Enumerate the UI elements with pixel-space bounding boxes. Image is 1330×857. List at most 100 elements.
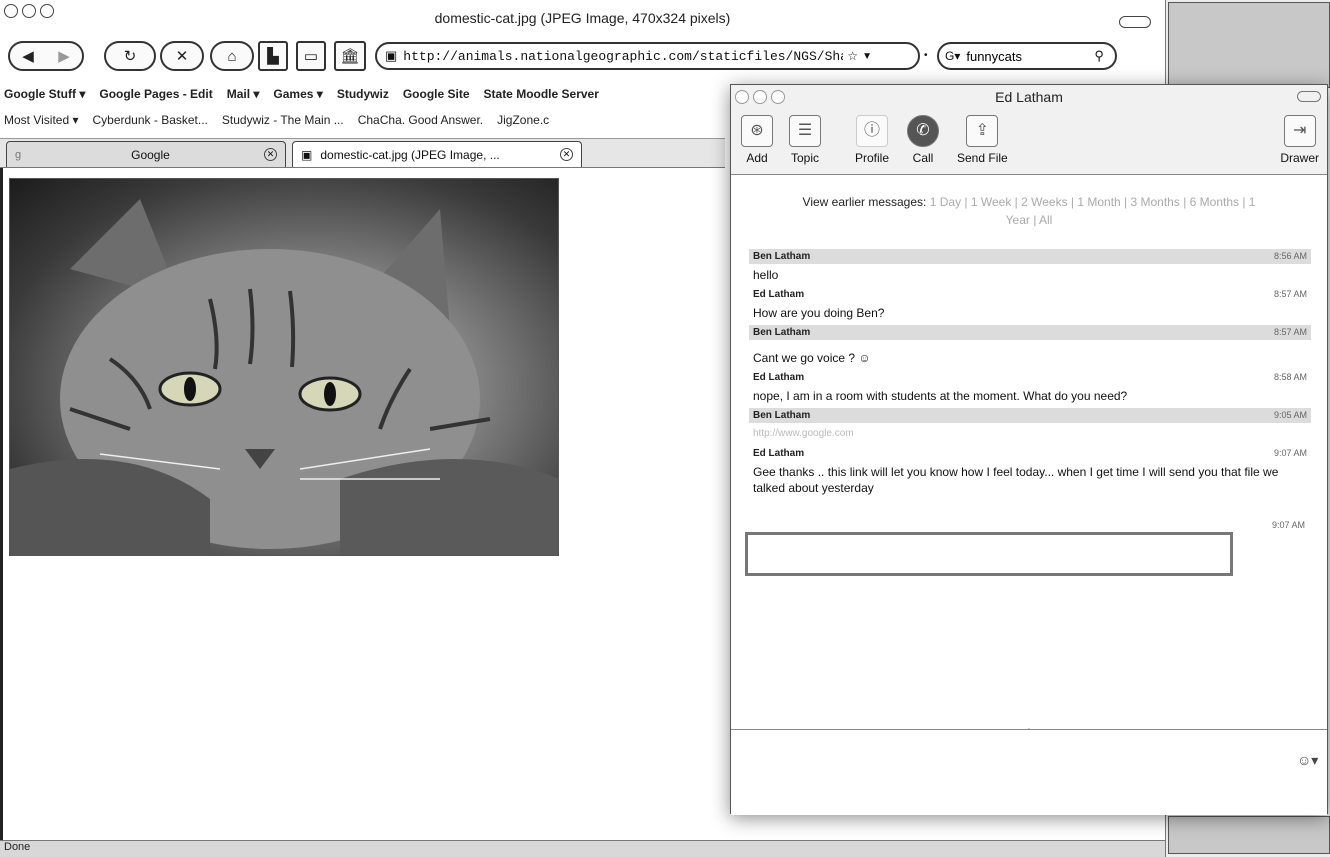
message-sender: Ed Latham xyxy=(753,372,805,383)
close-tab-icon[interactable]: ✕ xyxy=(264,148,277,161)
site-favicon-icon: ▣ xyxy=(385,48,398,63)
cat-illustration xyxy=(10,199,558,555)
message-item: Ben Latham 9:05 AM http://www.google.com xyxy=(731,408,1327,446)
profile-button[interactable]: ⓘ Profile xyxy=(855,115,889,165)
separator-dot-icon: • xyxy=(924,50,928,61)
bookmark-state-moodle[interactable]: State Moodle Server xyxy=(484,87,599,101)
message-text: Gee thanks .. this link will let you kno… xyxy=(753,465,1279,495)
message-sender: Ben Latham xyxy=(753,327,811,338)
profile-icon: ⓘ xyxy=(856,115,888,147)
topic-label: Topic xyxy=(790,151,819,165)
message-time: 9:05 AM xyxy=(1273,410,1307,420)
search-bar[interactable]: G▾ ⚲ xyxy=(937,42,1117,70)
topic-icon: ☰ xyxy=(789,115,821,147)
bank-icon: 🏛 xyxy=(340,48,360,65)
bookmark-jigzone[interactable]: JigZone.c xyxy=(497,113,549,127)
tab-label: Google xyxy=(131,147,170,162)
call-button[interactable]: ✆ Call xyxy=(907,115,939,165)
profile-label: Profile xyxy=(855,151,890,165)
chat-toolbar: ⊛ Add ☰ Topic ⓘ Profile ✆ Call ⇪ Send Fi… xyxy=(731,109,1327,175)
extension-button[interactable]: 🏛 xyxy=(334,41,366,71)
bookmark-studywiz[interactable]: Studywiz xyxy=(337,87,389,101)
send-file-button[interactable]: ⇪ Send File xyxy=(957,115,1008,165)
image-favicon-icon: ▣ xyxy=(301,147,313,162)
sidebar-icon: ▭ xyxy=(303,48,319,65)
search-engine-icon[interactable]: G▾ xyxy=(945,49,960,63)
earlier-messages-options[interactable]: 1 Day | 1 Week | 2 Weeks | 1 Month | 3 M… xyxy=(930,195,1256,227)
sidebar-button[interactable]: ▭ xyxy=(296,41,326,71)
bookmarks-toolbar: Google Stuff ▾ Google Pages - Edit Mail … xyxy=(0,82,725,106)
bookmark-icon: ▙ xyxy=(267,48,279,65)
url-input[interactable] xyxy=(403,48,844,64)
drawer-button[interactable]: ⇥ Drawer xyxy=(1280,115,1319,165)
status-bar: Done xyxy=(0,840,1165,857)
search-input[interactable] xyxy=(966,48,1077,64)
cat-image[interactable] xyxy=(9,178,559,556)
tab-label: domestic-cat.jpg (JPEG Image, ... xyxy=(320,147,500,162)
phone-icon: ✆ xyxy=(907,115,939,147)
tab-bar: g Google ✕ ▣ domestic-cat.jpg (JPEG Imag… xyxy=(0,138,725,168)
earlier-messages-label: View earlier messages: xyxy=(802,195,927,209)
reload-button[interactable]: ↻ xyxy=(104,41,156,71)
bookmark-google-stuff[interactable]: Google Stuff ▾ xyxy=(4,87,85,101)
message-item: Ed Latham 8:57 AM How are you doing Ben? xyxy=(731,287,1327,325)
search-icon[interactable]: ⚲ xyxy=(1094,48,1104,64)
tab-domestic-cat[interactable]: ▣ domestic-cat.jpg (JPEG Image, ... ✕ xyxy=(292,141,582,167)
bookmark-studywiz-main[interactable]: Studywiz - The Main ... xyxy=(222,113,344,127)
message-time: 8:56 AM xyxy=(1273,251,1307,261)
back-forward-buttons[interactable]: ◀ ▶ xyxy=(8,41,84,71)
google-favicon-icon: g xyxy=(15,148,22,161)
bookmark-mail[interactable]: Mail ▾ xyxy=(227,87,260,101)
navigation-toolbar: ◀ ▶ ↻ ✕ ⌂ ▙ ▭ 🏛 ▣ ☆ ▼ • G▾ ⚲ xyxy=(0,36,1165,80)
background-panel xyxy=(1168,2,1330,88)
drawer-icon: ⇥ xyxy=(1283,115,1316,147)
bookmark-chacha[interactable]: ChaCha. Good Answer. xyxy=(358,113,483,127)
message-item: Ben Latham 8:57 AM Cant we go voice ? ☺ xyxy=(731,325,1327,370)
bookmarks-toolbar-2: Most Visited ▾ Cyberdunk - Basket... Stu… xyxy=(0,108,725,132)
message-sender: Ed Latham xyxy=(753,448,805,459)
bookmark-google-site[interactable]: Google Site xyxy=(403,87,470,101)
chevron-down-icon[interactable]: ▼ xyxy=(862,51,872,62)
message-time: 8:58 AM xyxy=(1273,372,1307,382)
emoticon-icon[interactable]: ☺▾ xyxy=(1297,752,1319,768)
add-button[interactable]: ⊛ Add xyxy=(741,115,773,165)
earlier-messages-bar: View earlier messages: 1 Day | 1 Week | … xyxy=(731,177,1327,227)
forward-arrow-icon[interactable]: ▶ xyxy=(58,47,70,65)
message-time: 8:57 AM xyxy=(1273,327,1307,337)
toolbar-toggle-button[interactable] xyxy=(1297,91,1321,102)
bookmark-games[interactable]: Games ▾ xyxy=(273,87,322,101)
bookmark-most-visited[interactable]: Most Visited ▾ xyxy=(4,113,79,127)
reload-icon: ↻ xyxy=(123,48,137,65)
tab-google[interactable]: g Google ✕ xyxy=(6,141,286,167)
message-time: 9:07 AM xyxy=(1273,448,1307,458)
home-icon: ⌂ xyxy=(227,47,237,65)
bookmark-cyberdunk[interactable]: Cyberdunk - Basket... xyxy=(93,113,208,127)
message-link[interactable]: http://www.google.com xyxy=(753,423,1307,446)
back-arrow-icon[interactable]: ◀ xyxy=(22,47,34,65)
bookmark-google-pages[interactable]: Google Pages - Edit xyxy=(99,87,212,101)
message-input-area: ☺▾ xyxy=(731,729,1327,815)
star-icon[interactable]: ☆ xyxy=(847,49,858,63)
toolbar-toggle-button[interactable] xyxy=(1119,16,1151,28)
message-list: Ben Latham 8:56 AM hello Ed Latham 8:57 AM… xyxy=(731,249,1327,729)
bookmark-button[interactable]: ▙ xyxy=(258,41,288,71)
message-item: Ed Latham 9:07 AM Gee thanks .. this link… xyxy=(731,446,1327,500)
window-title: domestic-cat.jpg (JPEG Image, 470x324 pi… xyxy=(434,10,731,26)
message-text: nope, I am in a room with students at th… xyxy=(753,389,1128,403)
close-tab-icon[interactable]: ✕ xyxy=(560,148,573,161)
message-sender: Ed Latham xyxy=(753,289,805,300)
add-label: Add xyxy=(746,151,768,165)
message-sender: Ben Latham xyxy=(753,410,811,421)
message-input[interactable] xyxy=(737,740,1277,800)
stop-button[interactable]: ✕ xyxy=(160,41,204,71)
url-bar[interactable]: ▣ ☆ ▼ xyxy=(375,42,920,70)
pending-message-box[interactable] xyxy=(745,532,1233,576)
topic-button[interactable]: ☰ Topic xyxy=(789,115,821,165)
stop-icon: ✕ xyxy=(175,48,189,65)
call-label: Call xyxy=(912,151,934,165)
pending-message-time: 9:07 AM xyxy=(1271,520,1305,530)
status-text: Done xyxy=(4,841,31,853)
home-button[interactable]: ⌂ xyxy=(210,41,254,71)
send-file-icon: ⇪ xyxy=(966,115,999,147)
add-contact-icon: ⊛ xyxy=(741,115,773,147)
